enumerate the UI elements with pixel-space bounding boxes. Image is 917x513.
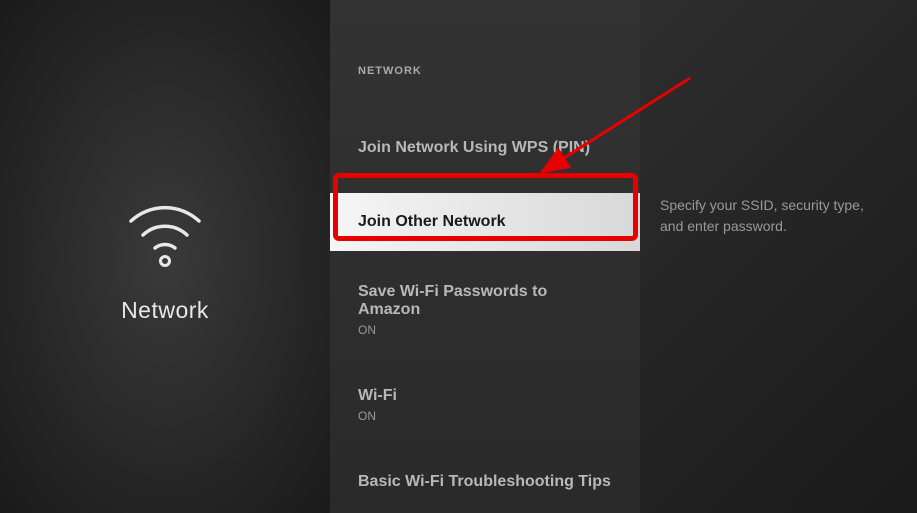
help-text: Specify your SSID, security type, and en… — [660, 195, 887, 237]
menu-item-save-passwords[interactable]: Save Wi-Fi Passwords to Amazon ON — [330, 269, 640, 351]
menu-item-label: Join Other Network — [358, 213, 612, 231]
section-header: NETWORK — [330, 65, 640, 77]
menu-item-status: ON — [358, 323, 612, 337]
help-panel: Specify your SSID, security type, and en… — [640, 0, 917, 513]
wifi-icon — [115, 189, 215, 269]
menu-item-label: Wi-Fi — [358, 387, 612, 405]
left-category-panel: Network — [0, 0, 330, 513]
category-label: Network — [121, 297, 209, 324]
menu-item-status: ON — [358, 409, 612, 423]
menu-item-join-wps-pin[interactable]: Join Network Using WPS (PIN) — [330, 125, 640, 171]
menu-item-join-other-network[interactable]: Join Other Network — [330, 193, 640, 251]
menu-item-label: Join Network Using WPS (PIN) — [358, 139, 612, 157]
menu-item-label: Basic Wi-Fi Troubleshooting Tips — [358, 473, 612, 491]
menu-item-label: Save Wi-Fi Passwords to Amazon — [358, 283, 612, 319]
menu-panel: NETWORK Join Network Using WPS (PIN) Joi… — [330, 0, 640, 513]
menu-item-troubleshooting[interactable]: Basic Wi-Fi Troubleshooting Tips — [330, 459, 640, 505]
menu-item-wifi[interactable]: Wi-Fi ON — [330, 373, 640, 437]
